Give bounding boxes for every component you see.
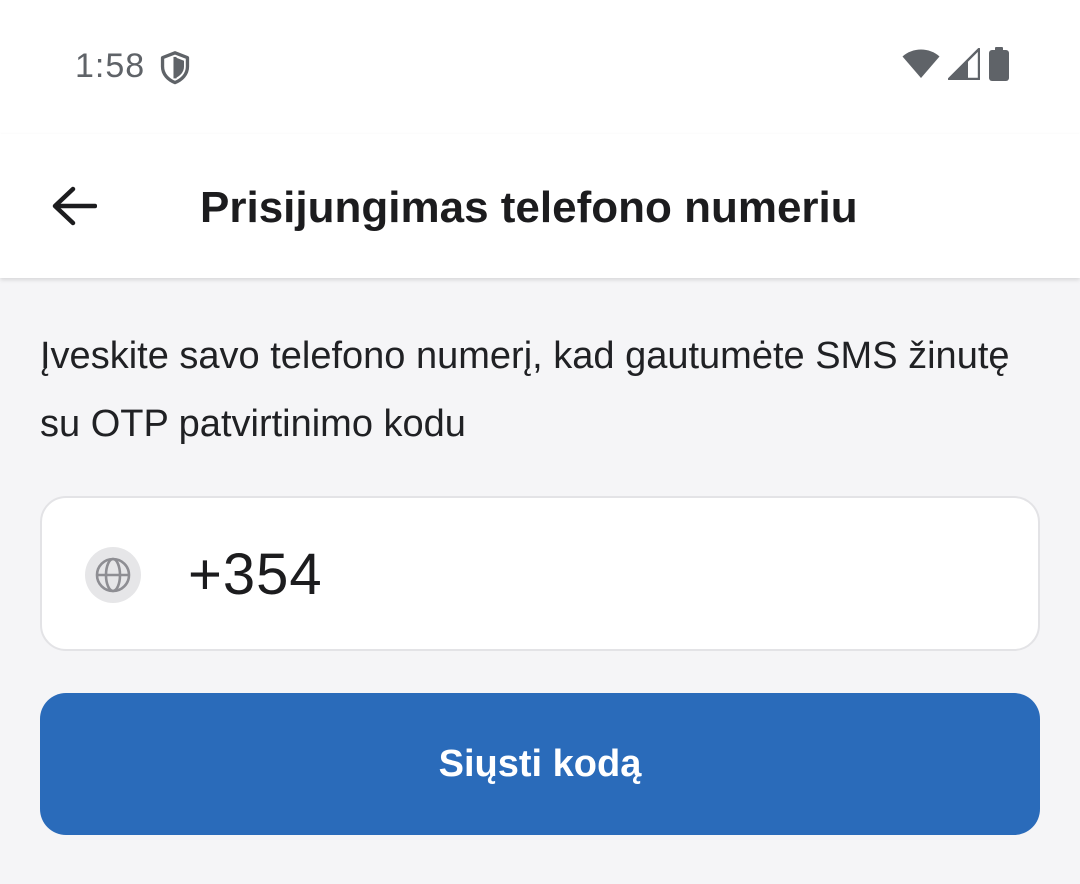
- status-time: 1:58: [75, 47, 146, 85]
- status-bar: 1:58: [0, 0, 1080, 134]
- globe-icon: [84, 546, 142, 604]
- signal-icon: [947, 47, 981, 85]
- main-content: Įveskite savo telefono numerį, kad gautu…: [0, 278, 1080, 884]
- page-title: Prisijungimas telefono numeriu: [200, 183, 858, 232]
- status-icons: [902, 46, 1010, 86]
- phone-number-field[interactable]: [40, 496, 1040, 651]
- arrow-left-icon: [51, 186, 98, 231]
- back-button[interactable]: [38, 172, 110, 244]
- battery-icon: [988, 46, 1010, 86]
- phone-login-screen: 1:58 Prisijungimas telefono numeriu Įves…: [0, 0, 1080, 884]
- instructions-text: Įveskite savo telefono numerį, kad gautu…: [40, 335, 1010, 445]
- wifi-icon: [902, 49, 940, 84]
- app-bar: Prisijungimas telefono numeriu: [0, 134, 1080, 278]
- phone-input[interactable]: [188, 534, 1008, 614]
- shield-icon: [158, 50, 192, 86]
- send-code-button[interactable]: Siųsti kodą: [40, 693, 1040, 835]
